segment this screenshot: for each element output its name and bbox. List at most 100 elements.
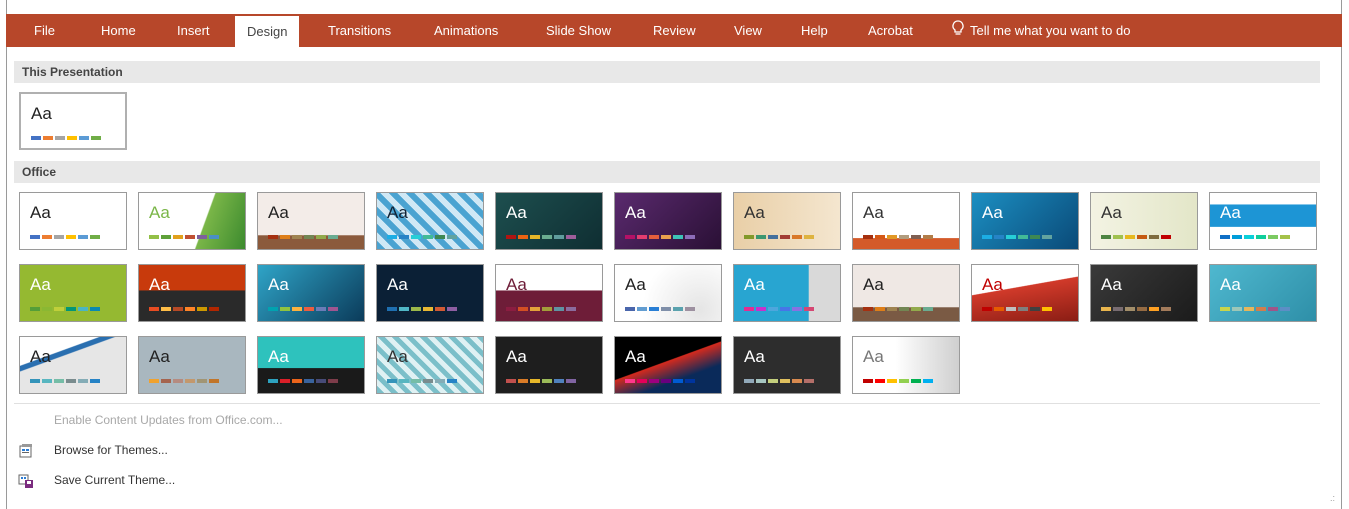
color-swatch <box>649 235 659 239</box>
theme-celestial[interactable]: Aa <box>614 336 722 394</box>
theme-main-event[interactable]: Aa <box>614 264 722 322</box>
tab-insert[interactable]: Insert <box>177 14 210 47</box>
theme-facet[interactable]: Aa <box>138 192 246 250</box>
color-swatch <box>530 307 540 311</box>
theme-color-swatches <box>1101 307 1171 311</box>
tab-animations[interactable]: Animations <box>434 14 498 47</box>
color-swatch <box>554 307 564 311</box>
color-swatch <box>90 235 100 239</box>
theme-quotable[interactable]: Aa <box>971 264 1079 322</box>
theme-vapor-trail[interactable]: Aa <box>1209 264 1317 322</box>
theme-aa-preview: Aa <box>268 275 289 294</box>
color-swatch <box>209 235 219 239</box>
theme-color-swatches <box>1220 235 1290 239</box>
theme-view[interactable]: Aa <box>19 336 127 394</box>
theme-basis[interactable]: Aa <box>19 264 127 322</box>
theme-wood-type[interactable]: Aa <box>733 336 841 394</box>
color-swatch <box>30 307 40 311</box>
color-swatch <box>506 235 516 239</box>
save-current-theme-item[interactable]: Save Current Theme... <box>18 469 175 491</box>
section-office: Office <box>14 161 1320 183</box>
color-swatch <box>328 307 338 311</box>
blank-icon <box>18 413 34 429</box>
theme-aa-preview: Aa <box>31 104 52 123</box>
tab-file[interactable]: File <box>34 14 55 47</box>
theme-headlines[interactable]: Aa <box>495 336 603 394</box>
color-swatch <box>756 235 766 239</box>
color-swatch <box>1113 307 1123 311</box>
theme-retrospect[interactable]: Aa <box>733 192 841 250</box>
theme-aa-preview: Aa <box>506 203 527 222</box>
color-swatch <box>1268 307 1278 311</box>
theme-ion[interactable]: Aa <box>495 192 603 250</box>
theme-badge[interactable]: Aa <box>1090 192 1198 250</box>
theme-aa-preview: Aa <box>149 203 170 222</box>
color-swatch <box>1232 235 1242 239</box>
theme-dimension[interactable]: Aa <box>852 336 960 394</box>
theme-aa-preview: Aa <box>30 347 51 366</box>
color-swatch <box>1006 235 1016 239</box>
ribbon-tab-bar: File Home Insert Design Transitions Anim… <box>6 14 1342 47</box>
resize-grip-icon[interactable]: .: <box>1330 493 1335 503</box>
theme-crop[interactable]: Aa <box>138 336 246 394</box>
theme-wisp[interactable]: Aa <box>971 192 1079 250</box>
theme-parallax[interactable]: Aa <box>852 264 960 322</box>
theme-ion-boardroom[interactable]: Aa <box>376 192 484 250</box>
color-swatch <box>1161 235 1171 239</box>
tell-me-search[interactable]: Tell me what you want to do <box>952 14 1130 47</box>
tab-slide-show[interactable]: Slide Show <box>546 14 611 47</box>
tab-home[interactable]: Home <box>101 14 136 47</box>
color-swatch <box>673 379 683 383</box>
tab-acrobat[interactable]: Acrobat <box>868 14 913 47</box>
color-swatch <box>328 379 338 383</box>
theme-berlin[interactable]: Aa <box>1209 192 1317 250</box>
color-swatch <box>42 379 52 383</box>
theme-color-swatches <box>863 379 933 383</box>
theme-mesh[interactable]: Aa <box>733 264 841 322</box>
theme-dividend[interactable]: Aa <box>257 264 365 322</box>
color-swatch <box>804 235 814 239</box>
tab-transitions[interactable]: Transitions <box>328 14 391 47</box>
menu-separator <box>14 403 1320 404</box>
color-swatch <box>673 235 683 239</box>
theme-integral[interactable]: Aa <box>257 192 365 250</box>
color-swatch <box>316 379 326 383</box>
color-swatch <box>1137 235 1147 239</box>
color-swatch <box>530 379 540 383</box>
color-swatch <box>899 379 909 383</box>
color-swatch <box>911 307 921 311</box>
color-swatch <box>292 307 302 311</box>
color-swatch <box>863 379 873 383</box>
color-swatch <box>982 235 992 239</box>
theme-depth[interactable]: Aa <box>376 336 484 394</box>
tab-help[interactable]: Help <box>801 14 828 47</box>
theme-this-presentation[interactable]: Aa <box>19 92 127 150</box>
color-swatch <box>1125 235 1135 239</box>
theme-savon[interactable]: Aa <box>1090 264 1198 322</box>
color-swatch <box>887 307 897 311</box>
color-swatch <box>887 379 897 383</box>
color-swatch <box>79 136 89 140</box>
color-swatch <box>1018 307 1028 311</box>
color-swatch <box>447 235 457 239</box>
color-swatch <box>661 235 671 239</box>
theme-color-swatches <box>268 307 338 311</box>
theme-frame[interactable]: Aa <box>376 264 484 322</box>
color-swatch <box>685 379 695 383</box>
theme-circuit[interactable]: Aa <box>138 264 246 322</box>
tab-view[interactable]: View <box>734 14 762 47</box>
theme-organic[interactable]: Aa <box>614 192 722 250</box>
tab-review[interactable]: Review <box>653 14 696 47</box>
color-swatch <box>1220 307 1230 311</box>
theme-slice[interactable]: Aa <box>852 192 960 250</box>
theme-aa-preview: Aa <box>744 275 765 294</box>
tab-design[interactable]: Design <box>235 16 300 47</box>
color-swatch <box>768 379 778 383</box>
theme-aa-preview: Aa <box>506 347 527 366</box>
color-swatch <box>542 307 552 311</box>
browse-for-themes-item[interactable]: Browse for Themes... <box>18 439 168 461</box>
theme-droplet[interactable]: Aa <box>257 336 365 394</box>
theme-gallery[interactable]: Aa <box>495 264 603 322</box>
theme-aa-preview: Aa <box>149 275 170 294</box>
theme-office[interactable]: Aa <box>19 192 127 250</box>
